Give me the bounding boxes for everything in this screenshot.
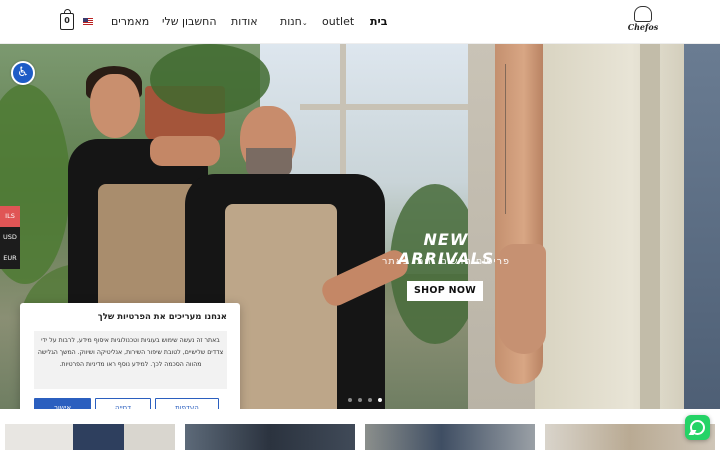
currency-eur[interactable]: EUR: [0, 248, 20, 269]
slider-dot[interactable]: [368, 398, 372, 402]
cookie-text: באתר זה נעשה שימוש בעוגיות וטכנולוגיות א…: [34, 331, 227, 389]
product-strip: [0, 409, 720, 450]
slider-dots: [348, 398, 382, 402]
nav-articles[interactable]: מאמרים: [111, 15, 149, 28]
logo-text: Chefos: [627, 22, 659, 32]
chevron-down-icon: ⌄: [301, 19, 308, 27]
product-card[interactable]: [5, 424, 175, 450]
currency-usd[interactable]: USD: [0, 227, 20, 248]
whatsapp-icon[interactable]: [685, 415, 710, 440]
product-card[interactable]: [365, 424, 535, 450]
hero-subtitle: פריטים חדשים נחתו באתר: [382, 256, 510, 267]
currency-ils[interactable]: ILS: [0, 206, 20, 227]
accessibility-icon[interactable]: ♿: [11, 61, 35, 85]
cart-count: 0: [64, 16, 70, 25]
chef-hat-icon: [634, 6, 652, 22]
site-header: Chefos בית outlet חנות⌄ אודות החשבון שלי…: [0, 0, 720, 44]
us-flag-icon[interactable]: [83, 18, 93, 25]
nav-my-account[interactable]: החשבון שלי: [162, 15, 217, 28]
cart-icon[interactable]: 0: [60, 9, 74, 30]
slider-dot[interactable]: [348, 398, 352, 402]
currency-switcher: ILS USD EUR: [0, 206, 20, 269]
slider-dot[interactable]: [358, 398, 362, 402]
shop-now-button[interactable]: SHOP NOW: [407, 281, 483, 301]
logo[interactable]: Chefos: [626, 6, 660, 36]
slider-dot-active[interactable]: [378, 398, 382, 402]
nav-outlet[interactable]: outlet: [322, 15, 354, 28]
product-card[interactable]: [185, 424, 355, 450]
nav-about[interactable]: אודות: [231, 15, 258, 28]
cookie-title: אנחנו מעריכים את הפרטיות שלך: [97, 312, 227, 322]
nav-home[interactable]: בית: [370, 15, 387, 28]
nav-shops[interactable]: חנות⌄: [280, 15, 308, 28]
